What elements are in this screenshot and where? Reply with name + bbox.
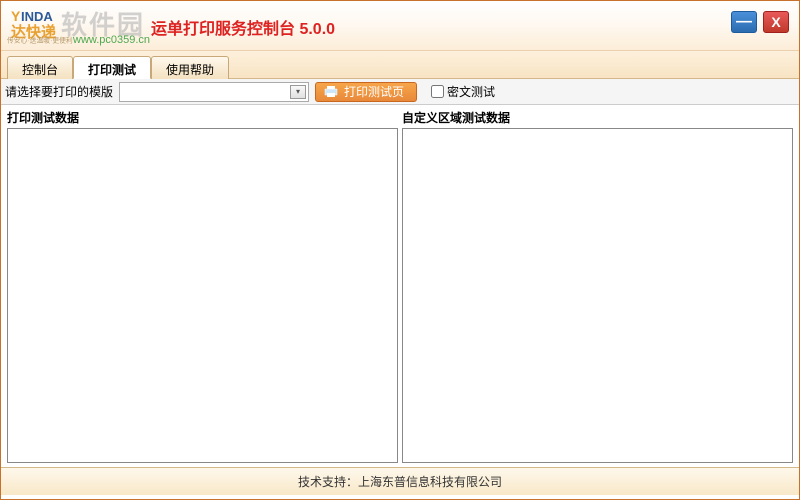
title-bar: Y INDA 达快递 传安心·送温暖·更便利 软件园 www.pc0359.cn…	[1, 1, 799, 51]
watermark-url: www.pc0359.cn	[73, 34, 150, 46]
app-title: 运单打印服务控制台 5.0.0	[151, 15, 335, 39]
left-panel-body	[7, 128, 398, 463]
printer-icon	[324, 86, 338, 98]
tab-print-test[interactable]: 打印测试	[73, 56, 151, 79]
cipher-test-label: 密文测试	[447, 83, 495, 100]
right-panel-title: 自定义区域测试数据	[402, 107, 793, 128]
left-panel-title: 打印测试数据	[7, 107, 398, 128]
close-button[interactable]: X	[763, 11, 789, 33]
tab-help[interactable]: 使用帮助	[151, 56, 229, 79]
toolbar: 请选择要打印的模版 ▾ 打印测试页 密文测试	[1, 79, 799, 105]
minimize-button[interactable]: —	[731, 11, 757, 33]
footer-support-label: 技术支持：	[298, 473, 358, 490]
print-button-label: 打印测试页	[344, 83, 404, 100]
footer-support-company: 上海东普信息科技有限公司	[358, 473, 502, 490]
left-panel: 打印测试数据	[7, 107, 398, 463]
template-label: 请选择要打印的模版	[5, 83, 113, 100]
template-select[interactable]: ▾	[119, 82, 309, 102]
minimize-icon: —	[736, 13, 752, 31]
cipher-test-checkbox[interactable]	[431, 85, 444, 98]
tab-console[interactable]: 控制台	[7, 56, 73, 79]
footer: 技术支持： 上海东普信息科技有限公司	[1, 467, 799, 495]
right-panel-body	[402, 128, 793, 463]
tab-strip: 控制台 打印测试 使用帮助	[1, 51, 799, 79]
close-icon: X	[771, 14, 780, 30]
chevron-down-icon: ▾	[290, 85, 306, 99]
content-area: 打印测试数据 自定义区域测试数据	[1, 105, 799, 467]
right-panel: 自定义区域测试数据	[402, 107, 793, 463]
window-controls: — X	[731, 11, 789, 33]
svg-text:INDA: INDA	[21, 9, 53, 24]
print-test-button[interactable]: 打印测试页	[315, 82, 417, 102]
svg-text:Y: Y	[11, 8, 21, 24]
cipher-test-checkbox-wrap[interactable]: 密文测试	[431, 83, 495, 100]
